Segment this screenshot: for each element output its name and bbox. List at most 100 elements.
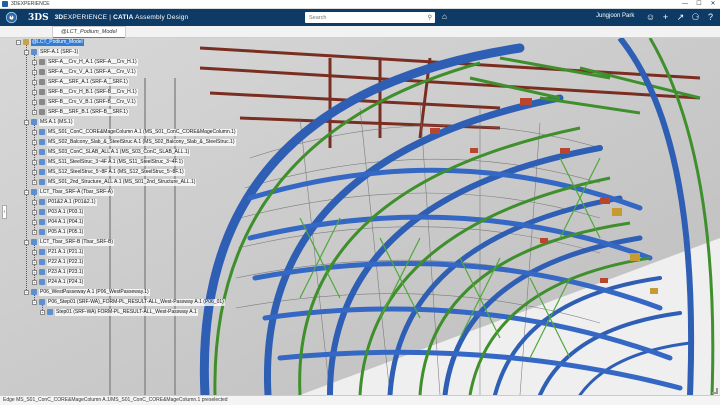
tree-node[interactable]: + SRF-A__Crv_V_A.1 (SRF-A__Crv_V.1) [32,68,137,76]
tree-node-label[interactable]: SRF-A.1 (SRF-1) [39,48,80,56]
tree-node[interactable]: − LCT_Tbar_SRF-A (Tbar_SRF-A) [24,188,114,196]
tree-expander-icon[interactable]: + [32,139,37,145]
tree-node-label[interactable]: MS_S03_ConC_SLAB_ALL A.1 (MS_S03_ConC_SL… [47,148,191,156]
maximize-button[interactable]: ☐ [692,0,706,9]
tree-expander-icon[interactable]: − [24,189,29,195]
tree-node[interactable]: + MS_S02_Balcony_Slab_&_SteelStruc A.1 (M… [32,138,236,146]
tree-node-label[interactable]: SRF-B__Crv_H_B.1 (SRF-B__Crv_H.1) [47,88,138,96]
tree-node[interactable]: − SRF-A.1 (SRF-1) [24,48,80,56]
share-icon[interactable]: ↗ [675,11,686,23]
tree-expander-icon[interactable]: + [32,159,37,165]
tree-expander-icon[interactable]: + [32,279,37,285]
tree-expander-icon[interactable]: + [32,219,37,225]
tree-node-label[interactable]: Step01 (SRF-WA) FORM-PL_RESULT-ALL_West-… [55,308,198,316]
compass-button[interactable] [0,9,22,26]
tree-node-label[interactable]: MS_S01_2nd_Structure_ALL A.1 (MS_S01_2nd… [47,178,197,186]
tree-node[interactable]: + P03 A.1 (P03.1) [32,208,85,216]
tree-node[interactable]: − P06_Step01 (SRF-WA)_FORM-PL_RESULT-ALL_… [32,298,225,306]
tree-node-label[interactable]: SRF-B__SRF_B.1 (SRF-B__SRF.1) [47,108,129,116]
tree-expander-icon[interactable]: + [32,269,37,275]
tree-node-label[interactable]: MS_S01_ConC_CORE&MageColumn A.1 (MS_S01_… [47,128,237,136]
tree-expander-icon[interactable]: + [32,109,37,115]
panel-toggle-handle[interactable]: ‹ [2,205,7,219]
tree-node[interactable]: − LCT_Tbar_SRF-B (Tbar_SRF-B) [24,238,115,246]
tree-expander-icon[interactable]: − [24,49,29,55]
tree-node[interactable]: + MS_S03_ConC_SLAB_ALL A.1 (MS_S03_ConC_S… [32,148,191,156]
tree-node-label[interactable]: @LCT_Podium_Model [31,38,84,46]
tree-expander-icon[interactable]: + [40,309,45,315]
tree-node[interactable]: + SRF-B__Crv_V_B.1 (SRF-B__Crv_V.1) [32,98,137,106]
network-icon[interactable]: ⚆ [690,11,701,23]
tree-expander-icon[interactable]: − [16,39,21,45]
tree-node-label[interactable]: LCT_Tbar_SRF-B (Tbar_SRF-B) [39,238,115,246]
search-input[interactable] [309,14,421,21]
tree-expander-icon[interactable]: − [24,289,29,295]
tree-expander-icon[interactable]: + [32,59,37,65]
tree-expander-icon[interactable]: + [32,259,37,265]
tree-node-label[interactable]: P06_WestPasseway A.1 (P06_WestPasseway.1… [39,288,150,296]
help-icon[interactable]: ? [705,11,716,23]
tree-expander-icon[interactable]: − [24,239,29,245]
tree-node-label[interactable]: P23 A.1 (P23.1) [47,268,85,276]
tree-expander-icon[interactable]: + [32,179,37,185]
tree-node-label[interactable]: MS_S02_Balcony_Slab_&_SteelStruc A.1 (MS… [47,138,236,146]
tree-node-label[interactable]: P05 A.1 (P05.1) [47,228,85,236]
tree-node-label[interactable]: P06_Step01 (SRF-WA)_FORM-PL_RESULT-ALL_W… [47,298,225,306]
tag-icon[interactable]: ⌂ [442,12,447,21]
tree-expander-icon[interactable]: − [24,119,29,125]
tree-expander-icon[interactable]: + [32,129,37,135]
tree-node[interactable]: − @LCT_Podium_Model [16,38,84,46]
tree-node[interactable]: + P23 A.1 (P23.1) [32,268,85,276]
tree-node[interactable]: + MS_S01_2nd_Structure_ALL A.1 (MS_S01_2n… [32,178,197,186]
tree-node[interactable]: + SRF-A__SRF_A.1 (SRF-A__SRF.1) [32,78,129,86]
tree-node-label[interactable]: MS_S12_SteelStruc_5~8F A.1 (MS_S12_Steel… [47,168,185,176]
tab-lct-podium-model[interactable]: @LCT_Podium_Model [52,26,126,39]
tree-node-label[interactable]: MS_S11_SteelStruc_3~4F A.1 (MS_S11_Steel… [47,158,184,166]
tree-node-label[interactable]: P24 A.1 (P24.1) [47,278,85,286]
tree-node[interactable]: + P04 A.1 (P04.1) [32,218,85,226]
tree-node[interactable]: + SRF-B__Crv_H_B.1 (SRF-B__Crv_H.1) [32,88,138,96]
tree-node[interactable]: + MS_S12_SteelStruc_5~8F A.1 (MS_S12_Stee… [32,168,185,176]
plus-icon[interactable]: + [660,11,671,23]
tree-expander-icon[interactable]: + [32,89,37,95]
tree-node[interactable]: + P24 A.1 (P24.1) [32,278,85,286]
tree-node-label[interactable]: P03 A.1 (P03.1) [47,208,85,216]
tree-node[interactable]: − MS A.1 (MS.1) [24,118,74,126]
tree-node[interactable]: + P21 A.1 (P21.1) [32,248,85,256]
tree-expander-icon[interactable]: − [32,299,37,305]
tree-node-label[interactable]: SRF-A__Crv_H_A.1 (SRF-A__Crv_H.1) [47,58,138,66]
tree-node-label[interactable]: P21 A.1 (P21.1) [47,248,85,256]
user-name[interactable]: Jungjoon Park [596,13,634,19]
tree-node-label[interactable]: SRF-A__Crv_V_A.1 (SRF-A__Crv_V.1) [47,68,137,76]
tree-expander-icon[interactable]: + [32,209,37,215]
close-button[interactable]: ✕ [706,0,720,9]
search-icon[interactable]: ⚲ [428,14,432,21]
tree-node-label[interactable]: SRF-A__SRF_A.1 (SRF-A__SRF.1) [47,78,129,86]
tree-node[interactable]: + P01&2 A.1 (P01&2.1) [32,198,97,206]
tree-node[interactable]: − P06_WestPasseway A.1 (P06_WestPasseway.… [24,288,150,296]
search-box[interactable]: ⚲ [305,12,435,23]
tree-expander-icon[interactable]: + [32,69,37,75]
tree-node-label[interactable]: MS A.1 (MS.1) [39,118,74,126]
tree-node-label[interactable]: P04 A.1 (P04.1) [47,218,85,226]
tree-node[interactable]: + Step01 (SRF-WA) FORM-PL_RESULT-ALL_West… [40,308,198,316]
tree-node-label[interactable]: LCT_Tbar_SRF-A (Tbar_SRF-A) [39,188,114,196]
tree-node[interactable]: + MS_S11_SteelStruc_3~4F A.1 (MS_S11_Stee… [32,158,184,166]
tree-node[interactable]: + P05 A.1 (P05.1) [32,228,85,236]
tree-expander-icon[interactable]: + [32,79,37,85]
tree-expander-icon[interactable]: + [32,99,37,105]
tree-node[interactable]: + P22 A.1 (P22.1) [32,258,85,266]
tree-expander-icon[interactable]: + [32,229,37,235]
tree-node[interactable]: + MS_S01_ConC_CORE&MageColumn A.1 (MS_S01… [32,128,237,136]
tree-node-label[interactable]: P22 A.1 (P22.1) [47,258,85,266]
tree-node-label[interactable]: P01&2 A.1 (P01&2.1) [47,198,97,206]
tree-node-label[interactable]: SRF-B__Crv_V_B.1 (SRF-B__Crv_V.1) [47,98,137,106]
tree-node[interactable]: + SRF-A__Crv_H_A.1 (SRF-A__Crv_H.1) [32,58,138,66]
user-icon[interactable]: ☺ [645,11,656,23]
tree-node[interactable]: + SRF-B__SRF_B.1 (SRF-B__SRF.1) [32,108,129,116]
resize-grip[interactable] [712,388,718,394]
tree-expander-icon[interactable]: + [32,199,37,205]
tree-expander-icon[interactable]: + [32,149,37,155]
tree-expander-icon[interactable]: + [32,169,37,175]
minimize-button[interactable]: — [678,0,692,9]
